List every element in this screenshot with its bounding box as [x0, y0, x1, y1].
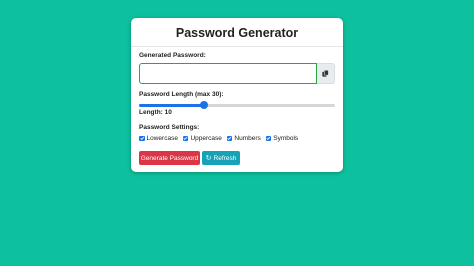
checkbox-symbols[interactable]: Symbols [265, 135, 299, 142]
checkbox-checked-icon[interactable] [182, 135, 189, 142]
generated-password-input[interactable] [139, 63, 317, 84]
refresh-label: Refresh [213, 154, 237, 162]
checkbox-checked-icon[interactable] [139, 135, 145, 142]
settings-checkbox-group: Lowercase Uppercase Numbers Symbols [139, 135, 303, 142]
refresh-button[interactable]: ↻ Refresh [202, 151, 240, 165]
copy-button[interactable] [317, 63, 335, 84]
refresh-icon: ↻ [205, 154, 212, 162]
action-buttons: Generate Password ↻ Refresh [139, 151, 240, 165]
password-length-label: Password Length (max 30): [139, 91, 224, 98]
password-settings-label: Password Settings: [139, 124, 200, 131]
card-header: Password Generator [131, 18, 343, 47]
checkbox-label: Symbols [273, 135, 299, 142]
password-length-slider[interactable] [139, 101, 335, 109]
checkbox-uppercase[interactable]: Uppercase [182, 135, 222, 142]
checkbox-checked-icon[interactable] [265, 135, 272, 142]
slider-fill [139, 104, 205, 107]
password-input-group [139, 63, 335, 84]
checkbox-checked-icon[interactable] [226, 135, 233, 142]
checkbox-lowercase[interactable]: Lowercase [139, 135, 178, 142]
generate-password-button[interactable]: Generate Password [139, 151, 200, 165]
checkbox-label: Uppercase [190, 135, 222, 142]
password-generator-card: Password Generator Generated Password: P… [131, 18, 343, 172]
slider-thumb[interactable] [200, 101, 209, 109]
generated-password-label: Generated Password: [139, 52, 206, 59]
checkbox-label: Numbers [234, 135, 261, 142]
checkbox-numbers[interactable]: Numbers [226, 135, 261, 142]
checkbox-label: Lowercase [146, 135, 178, 142]
length-value-text: Length: 10 [139, 109, 172, 116]
page-title: Password Generator [175, 26, 299, 40]
copy-icon [322, 70, 329, 77]
